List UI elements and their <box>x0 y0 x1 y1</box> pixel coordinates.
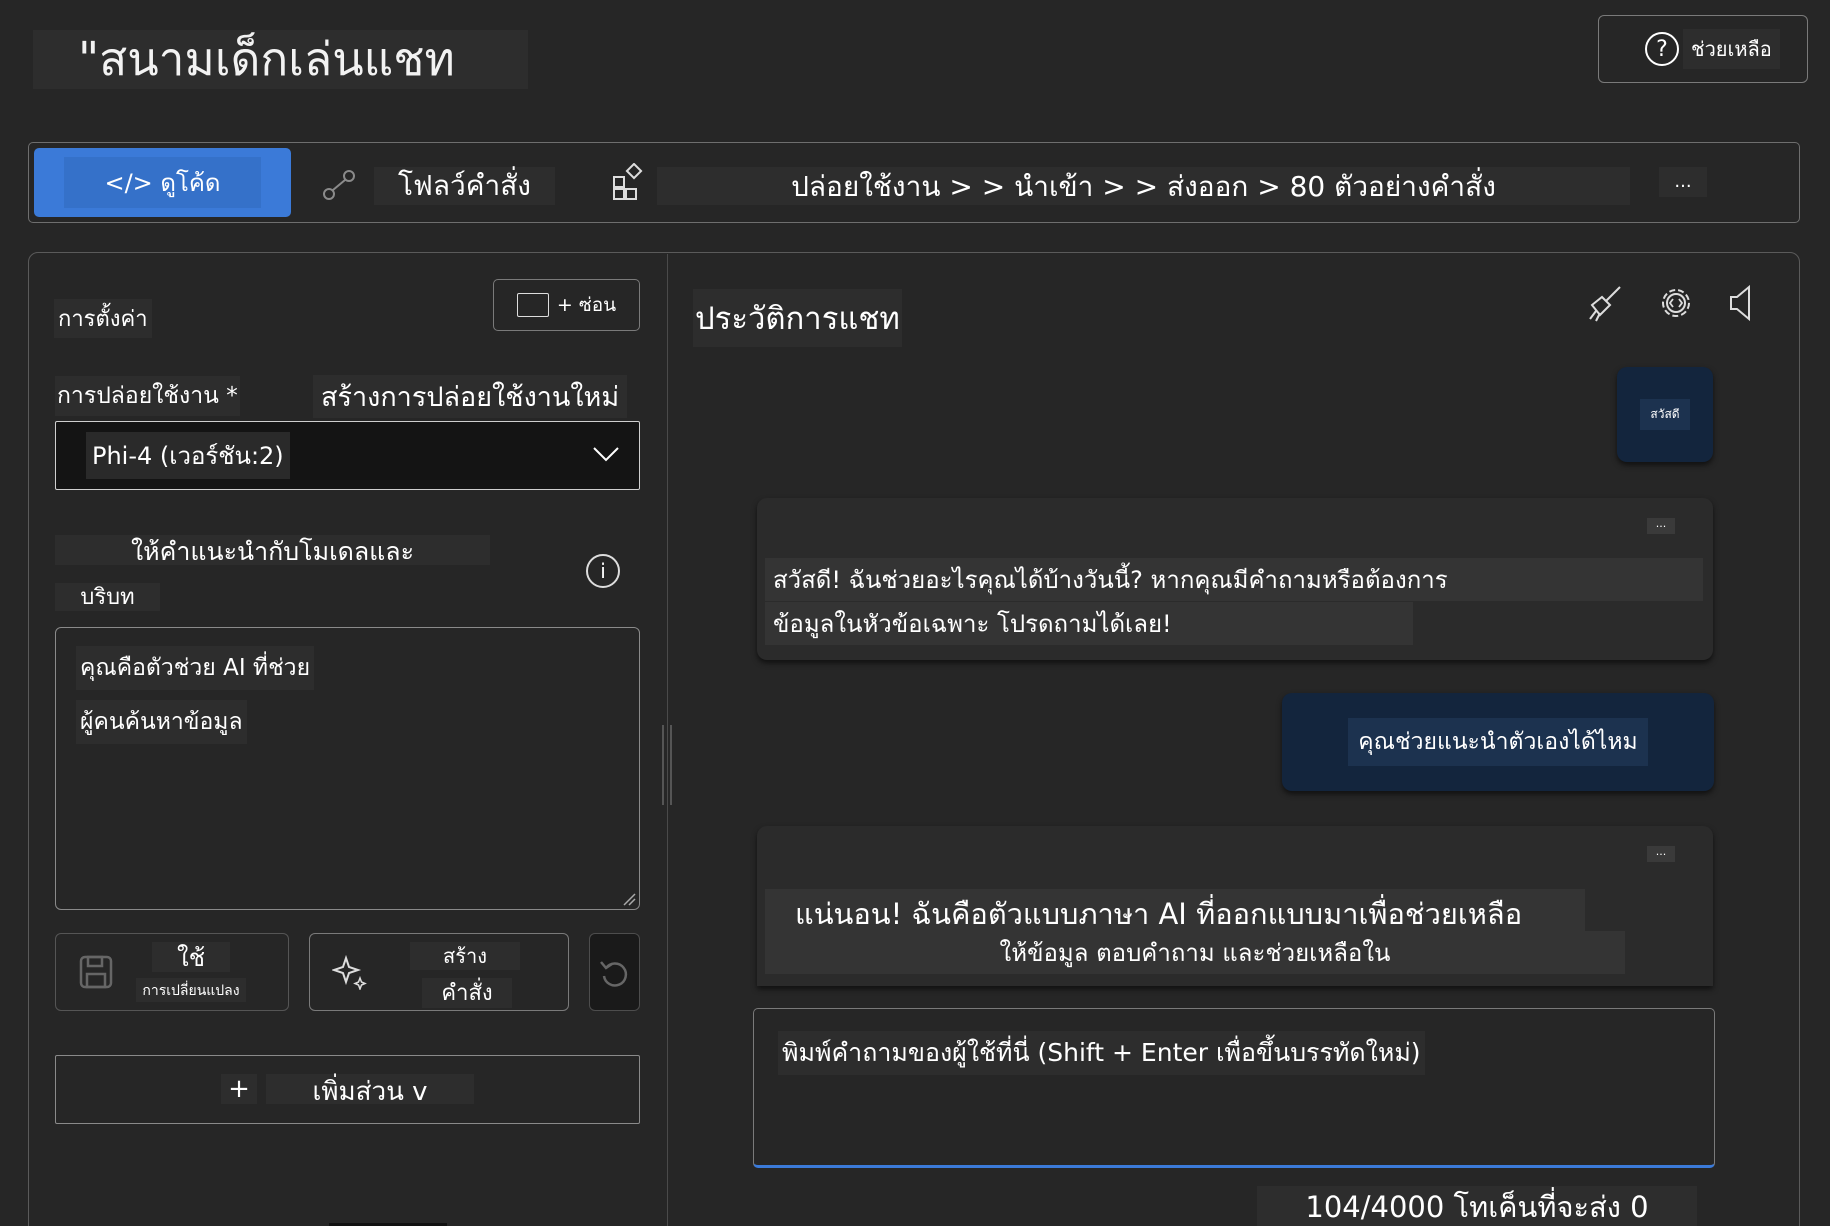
user-message-text: สวัสดี <box>1640 399 1690 430</box>
deploy-import-export-menu[interactable]: ปล่อยใช้งาน > > นำเข้า > > ส่งออก > 80 ต… <box>657 167 1630 205</box>
apply-changes-button[interactable]: ใช้ การเปลี่ยนแปลง <box>55 933 289 1011</box>
generate-label-prompt: คำสั่ง <box>422 978 512 1008</box>
view-code-label: </> ดูโค้ด <box>64 157 261 208</box>
undo-button[interactable] <box>589 933 640 1011</box>
deployment-label: การปล่อยใช้งาน * <box>55 376 240 416</box>
instructions-label-context: บริบท <box>55 583 160 611</box>
clear-chat-icon[interactable] <box>1584 283 1624 323</box>
assistant-message: ... สวัสดี! ฉันช่วยอะไรคุณได้บ้างวันนี้?… <box>757 498 1713 660</box>
pane-resize-handle[interactable] <box>662 725 672 805</box>
toolbar: </> ดูโค้ด โฟลว์คำสั่ง ปล่อยใช้งาน > > น… <box>28 142 1800 223</box>
user-message: คุณช่วยแนะนำตัวเองได้ไหม <box>1282 693 1714 791</box>
chat-settings-gear-icon[interactable] <box>1656 283 1696 323</box>
settings-title: การตั้งค่า <box>54 299 152 338</box>
apply-sub-label: การเปลี่ยนแปลง <box>136 978 246 1002</box>
view-code-button[interactable]: </> ดูโค้ด <box>34 148 291 217</box>
user-message: สวัสดี <box>1617 367 1713 462</box>
message-more-button[interactable]: ... <box>1647 846 1675 862</box>
prompt-flow-icon[interactable] <box>321 167 357 203</box>
create-deployment-link[interactable]: สร้างการปล่อยใช้งานใหม่ <box>313 375 628 418</box>
assistant-message: ... แน่นอน! ฉันคือตัวแบบภาษา AI ที่ออกแบ… <box>757 826 1713 986</box>
system-message-textarea[interactable]: คุณคือตัวช่วย AI ที่ช่วย ผู้คนค้นหาข้อมู… <box>55 627 640 910</box>
speaker-icon[interactable] <box>1727 283 1761 323</box>
hide-panel-icon <box>516 293 549 317</box>
token-count: 104/4000 โทเค็นที่จะส่ง 0 <box>1257 1186 1697 1226</box>
instructions-label: ให้คำแนะนำกับโมเดลและ <box>55 535 490 566</box>
system-message-line: คุณคือตัวช่วย AI ที่ช่วย <box>76 646 315 690</box>
message-more-button[interactable]: ... <box>1647 518 1675 534</box>
save-icon <box>79 955 113 989</box>
generate-label: สร้าง <box>410 942 520 970</box>
help-button[interactable]: ? ช่วยเหลือ <box>1598 15 1808 83</box>
chevron-down-icon <box>593 447 619 462</box>
apply-label: ใช้ <box>152 942 230 972</box>
assistant-message-line: ข้อมูลในหัวข้อเฉพาะ โปรดถามได้เลย! <box>765 602 1413 645</box>
info-icon[interactable]: i <box>586 554 620 588</box>
help-icon: ? <box>1645 32 1679 66</box>
prompt-flow-button[interactable]: โฟลว์คำสั่ง <box>374 167 555 205</box>
sparkle-icon <box>332 954 367 990</box>
user-message-text: คุณช่วยแนะนำตัวเองได้ไหม <box>1348 718 1648 766</box>
user-query-input[interactable]: พิมพ์คำถามของผู้ใช้ที่นี่ (Shift + Enter… <box>753 1008 1715 1168</box>
main-panel: การตั้งค่า + ซ่อน การปล่อยใช้งาน * สร้าง… <box>28 252 1800 1226</box>
generate-prompt-button[interactable]: สร้าง คำสั่ง <box>309 933 569 1011</box>
deployment-select[interactable]: Phi-4 (เวอร์ชัน:2) <box>55 421 640 490</box>
plus-icon: + <box>221 1074 257 1104</box>
page-title: "สนามเด็กเล่นแชท <box>33 30 528 89</box>
help-label: ช่วยเหลือ <box>1683 29 1780 69</box>
system-message-line: ผู้คนค้นหาข้อมูล <box>76 700 247 744</box>
assistant-message-line: สวัสดี! ฉันช่วยอะไรคุณได้บ้างวันนี้? หาก… <box>765 558 1703 601</box>
user-query-placeholder: พิมพ์คำถามของผู้ใช้ที่นี่ (Shift + Enter… <box>778 1031 1425 1075</box>
add-section-label: เพิ่มส่วน v <box>266 1074 474 1107</box>
toolbar-more-button[interactable]: ... <box>1659 167 1707 197</box>
assistant-message-line: ให้ข้อมูล ตอบคำถาม และช่วยเหลือใน <box>765 931 1625 974</box>
hide-settings-button[interactable]: + ซ่อน <box>493 279 640 331</box>
chat-history-title: ประวัติการแชท <box>693 289 902 347</box>
add-section-button[interactable]: + เพิ่มส่วน v <box>55 1055 640 1124</box>
undo-icon <box>600 961 628 987</box>
deployment-value: Phi-4 (เวอร์ชัน:2) <box>86 432 290 479</box>
apps-grid-icon[interactable] <box>611 163 647 201</box>
hide-label: + ซ่อน <box>556 294 617 316</box>
resize-grip-icon[interactable] <box>622 892 636 906</box>
